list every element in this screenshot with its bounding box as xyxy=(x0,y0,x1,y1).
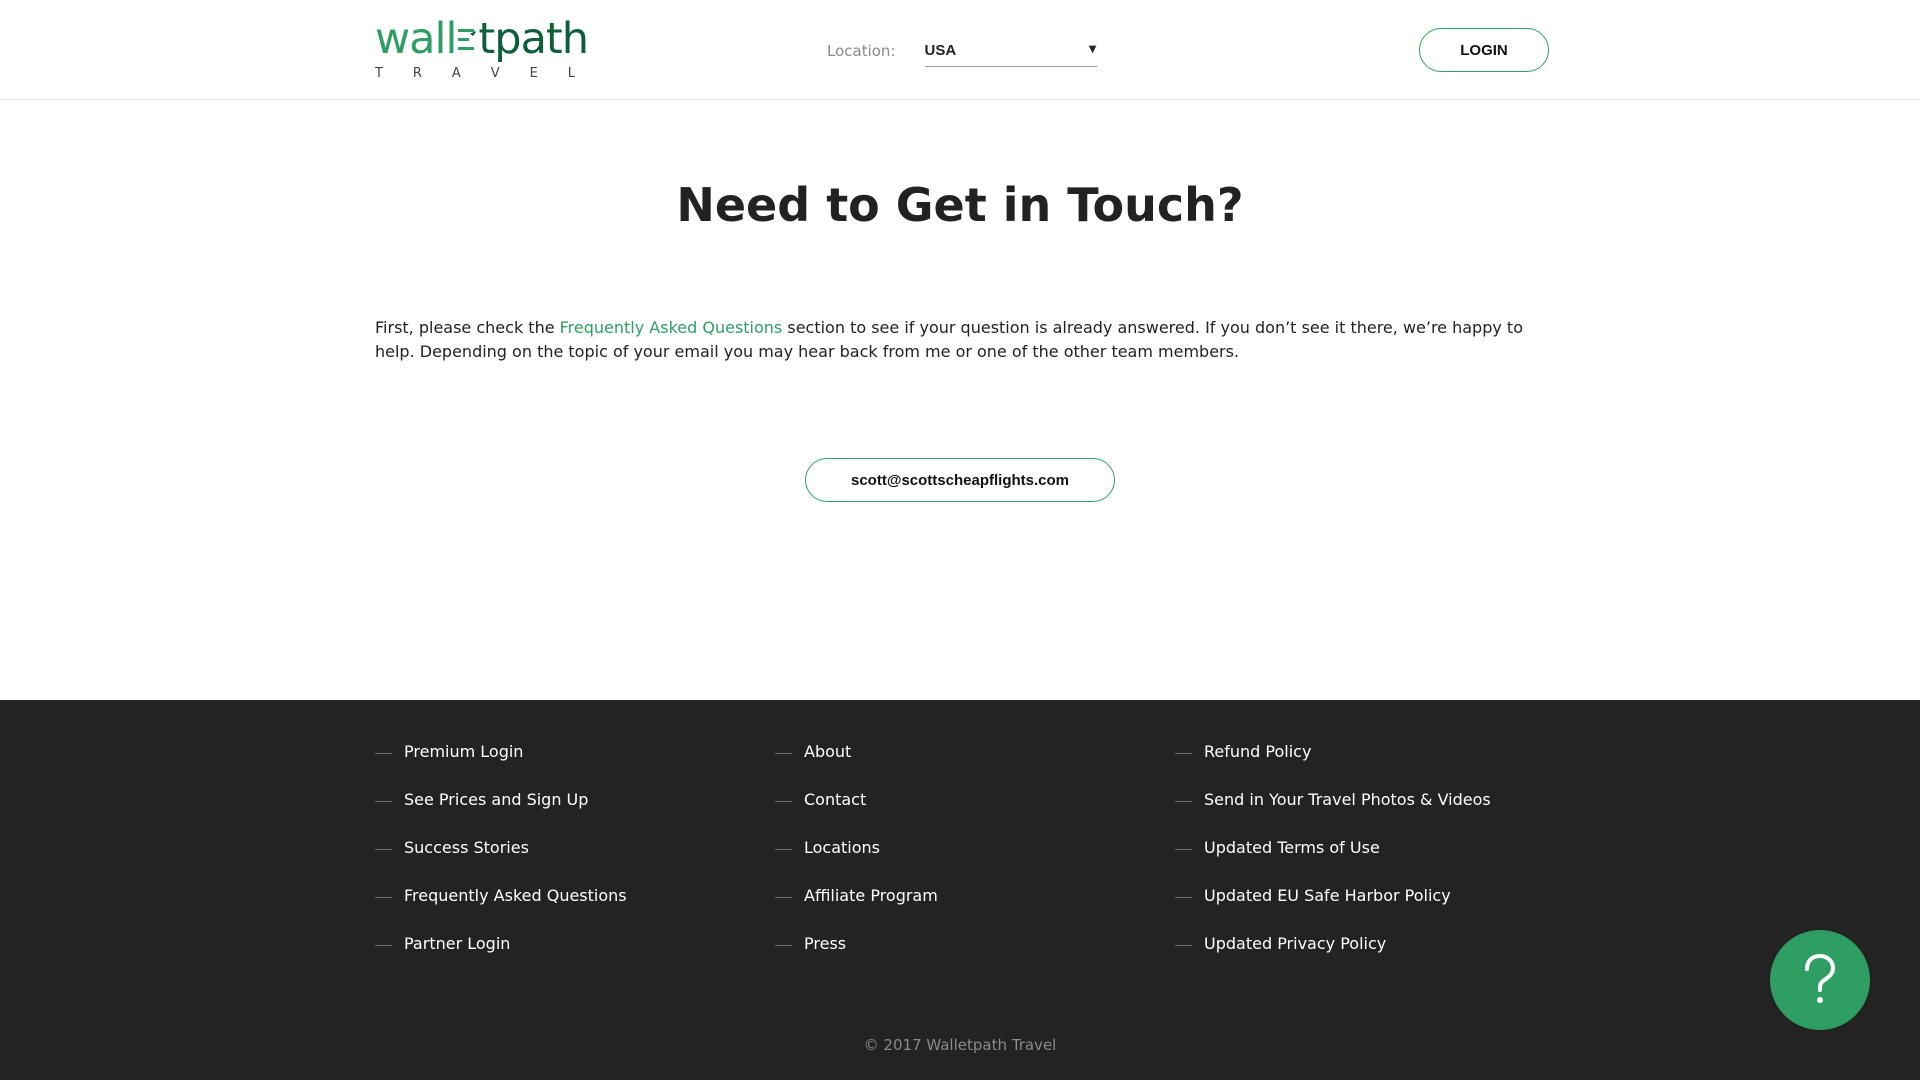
dash-icon xyxy=(1175,945,1192,946)
faq-link[interactable]: Frequently Asked Questions xyxy=(560,318,783,337)
footer-link-label: Press xyxy=(804,934,847,953)
email-contact-button[interactable]: scott@scottscheapflights.com xyxy=(805,458,1115,502)
footer-link-label: About xyxy=(804,742,852,761)
page-title: Need to Get in Touch? xyxy=(676,178,1244,232)
dash-icon xyxy=(775,945,792,946)
footer-link-contact[interactable]: Contact xyxy=(775,790,938,838)
logo-subtitle: T R A V E L xyxy=(375,66,575,81)
footer-link-terms-of-use[interactable]: Updated Terms of Use xyxy=(1175,838,1491,886)
footer-link-safe-harbor-policy[interactable]: Updated EU Safe Harbor Policy xyxy=(1175,886,1491,934)
dash-icon xyxy=(375,945,392,946)
footer-link-label: See Prices and Sign Up xyxy=(404,790,589,809)
footer-link-label: Premium Login xyxy=(404,742,524,761)
chevron-down-icon: ▼ xyxy=(1088,44,1097,55)
location-value: USA xyxy=(924,42,957,59)
footer-link-label: Partner Login xyxy=(404,934,511,953)
footer-link-label: Frequently Asked Questions xyxy=(404,886,627,905)
walletpath-travel-logo[interactable]: wall tpath T R A V E L xyxy=(375,14,589,84)
footer-link-label: Locations xyxy=(804,838,881,857)
dash-icon xyxy=(1175,801,1192,802)
logo-letter: L xyxy=(567,66,575,81)
dash-icon xyxy=(775,897,792,898)
logo-word-path: tpath xyxy=(478,14,589,64)
dash-icon xyxy=(1175,753,1192,754)
footer-link-privacy-policy[interactable]: Updated Privacy Policy xyxy=(1175,934,1491,982)
logo-letter: V xyxy=(490,66,500,81)
dash-icon xyxy=(1175,849,1192,850)
footer-link-label: Contact xyxy=(804,790,867,809)
dash-icon xyxy=(375,753,392,754)
logo-letter: A xyxy=(451,66,461,81)
footer-column-1: Premium Login See Prices and Sign Up Suc… xyxy=(375,742,627,982)
site-footer: Premium Login See Prices and Sign Up Suc… xyxy=(0,700,1920,1080)
location-selector: Location: USA ▼ xyxy=(827,38,1097,68)
footer-link-label: Updated Terms of Use xyxy=(1204,838,1380,857)
footer-link-premium-login[interactable]: Premium Login xyxy=(375,742,627,790)
copyright-text: © 2017 Walletpath Travel xyxy=(863,1036,1057,1054)
footer-link-label: Updated EU Safe Harbor Policy xyxy=(1204,886,1451,905)
dash-icon xyxy=(775,801,792,802)
logo-letter: E xyxy=(529,66,538,81)
dash-icon xyxy=(375,849,392,850)
footer-link-partner-login[interactable]: Partner Login xyxy=(375,934,627,982)
footer-link-success-stories[interactable]: Success Stories xyxy=(375,838,627,886)
question-mark-icon xyxy=(1805,953,1836,1003)
footer-link-send-travel-photos[interactable]: Send in Your Travel Photos & Videos xyxy=(1175,790,1491,838)
intro-text-start: First, please check the xyxy=(375,318,560,337)
footer-link-about[interactable]: About xyxy=(775,742,938,790)
logo-letter: T xyxy=(375,66,383,81)
dash-icon xyxy=(375,897,392,898)
footer-link-label: Updated Privacy Policy xyxy=(1204,934,1387,953)
intro-paragraph: First, please check the Frequently Asked… xyxy=(375,316,1555,364)
dash-icon xyxy=(1175,897,1192,898)
footer-link-see-prices[interactable]: See Prices and Sign Up xyxy=(375,790,627,838)
dash-icon xyxy=(775,753,792,754)
logo-letter: R xyxy=(412,66,422,81)
site-header: wall tpath T R A V E L Location: USA ▼ LO… xyxy=(0,0,1920,100)
logo-word-wall: wall xyxy=(375,14,457,64)
footer-column-2: About Contact Locations Affiliate Progra… xyxy=(775,742,938,982)
logo-wordmark: wall tpath xyxy=(375,14,589,64)
footer-link-affiliate-program[interactable]: Affiliate Program xyxy=(775,886,938,934)
footer-link-press[interactable]: Press xyxy=(775,934,938,982)
footer-link-faq[interactable]: Frequently Asked Questions xyxy=(375,886,627,934)
footer-link-locations[interactable]: Locations xyxy=(775,838,938,886)
footer-link-label: Success Stories xyxy=(404,838,529,857)
location-dropdown[interactable]: USA ▼ xyxy=(924,38,1097,67)
help-button[interactable] xyxy=(1770,930,1870,1030)
dash-icon xyxy=(375,801,392,802)
login-button[interactable]: LOGIN xyxy=(1419,28,1549,72)
footer-link-refund-policy[interactable]: Refund Policy xyxy=(1175,742,1491,790)
location-label: Location: xyxy=(827,42,896,60)
footer-link-label: Refund Policy xyxy=(1204,742,1312,761)
footer-link-label: Send in Your Travel Photos & Videos xyxy=(1204,790,1491,809)
footer-link-label: Affiliate Program xyxy=(804,886,938,905)
footer-column-3: Refund Policy Send in Your Travel Photos… xyxy=(1175,742,1491,982)
dash-icon xyxy=(775,849,792,850)
logo-plane-icon xyxy=(456,14,478,64)
